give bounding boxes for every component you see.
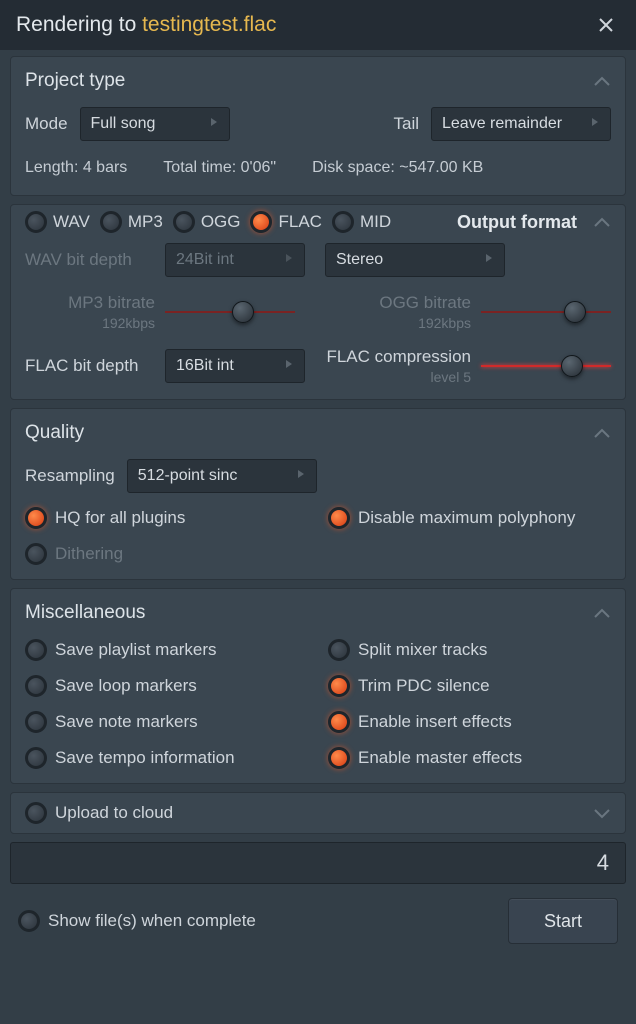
- radio-icon: [328, 639, 350, 661]
- quality-header: Quality: [25, 422, 84, 444]
- mode-label: Mode: [25, 114, 68, 134]
- window-title: Rendering to testingtest.flac: [16, 13, 276, 37]
- misc-header: Miscellaneous: [25, 602, 145, 624]
- dialog-body: Project type Mode Full song Tail Leave r…: [0, 50, 636, 1024]
- footer: Show file(s) when complete Start: [10, 892, 626, 946]
- title-prefix: Rendering to: [16, 13, 142, 36]
- format-mp3[interactable]: MP3: [100, 211, 163, 233]
- disable-polyphony-toggle[interactable]: Disable maximum polyphony: [328, 507, 611, 529]
- radio-icon: [25, 747, 47, 769]
- render-dialog: Rendering to testingtest.flac Project ty…: [0, 0, 636, 1024]
- save-note-toggle[interactable]: Save note markers: [25, 711, 308, 733]
- save-loop-toggle[interactable]: Save loop markers: [25, 675, 308, 697]
- radio-icon: [18, 910, 40, 932]
- radio-icon: [25, 711, 47, 733]
- mp3-bitrate-slider[interactable]: [165, 298, 295, 326]
- mode-dropdown[interactable]: Full song: [80, 107, 230, 141]
- mp3-bitrate-label: MP3 bitrate: [68, 293, 155, 313]
- dropdown-arrow-icon: [296, 467, 306, 485]
- dithering-toggle[interactable]: Dithering: [25, 543, 308, 565]
- radio-icon: [328, 675, 350, 697]
- channels-dropdown[interactable]: Stereo: [325, 243, 505, 277]
- radio-icon: [25, 802, 47, 824]
- misc-panel: Miscellaneous Save playlist markers Spli…: [10, 588, 626, 784]
- flac-compression-label: FLAC compression: [326, 347, 471, 367]
- tail-label: Tail: [393, 114, 419, 134]
- dropdown-arrow-icon: [284, 357, 294, 375]
- split-mixer-toggle[interactable]: Split mixer tracks: [328, 639, 611, 661]
- tail-value: Leave remainder: [442, 115, 562, 133]
- resampling-dropdown[interactable]: 512-point sinc: [127, 459, 317, 493]
- ogg-bitrate-slider[interactable]: [481, 298, 611, 326]
- mp3-bitrate-value: 192kbps: [102, 315, 155, 331]
- radio-icon: [173, 211, 195, 233]
- radio-icon: [100, 211, 122, 233]
- radio-icon: [25, 211, 47, 233]
- format-flac[interactable]: FLAC: [250, 211, 321, 233]
- project-type-panel: Project type Mode Full song Tail Leave r…: [10, 56, 626, 196]
- trim-pdc-toggle[interactable]: Trim PDC silence: [328, 675, 611, 697]
- project-type-header: Project type: [25, 70, 125, 92]
- dropdown-arrow-icon: [284, 251, 294, 269]
- title-filename: testingtest.flac: [142, 13, 276, 36]
- collapse-icon[interactable]: [593, 75, 611, 87]
- collapse-icon[interactable]: [593, 607, 611, 619]
- dropdown-arrow-icon: [209, 115, 219, 133]
- save-tempo-toggle[interactable]: Save tempo information: [25, 747, 308, 769]
- resampling-label: Resampling: [25, 466, 115, 486]
- collapse-icon[interactable]: [593, 216, 611, 228]
- ogg-bitrate-label: OGG bitrate: [379, 293, 471, 313]
- radio-icon: [25, 507, 47, 529]
- radio-icon: [25, 675, 47, 697]
- wav-depth-label: WAV bit depth: [25, 250, 155, 270]
- total-time-text: Total time: 0'06": [163, 159, 276, 177]
- close-icon[interactable]: [592, 11, 620, 39]
- start-button[interactable]: Start: [508, 898, 618, 944]
- radio-icon: [25, 543, 47, 565]
- upload-cloud-label: Upload to cloud: [55, 803, 173, 823]
- radio-icon: [328, 747, 350, 769]
- output-format-panel: WAV MP3 OGG FLAC MID Output: [10, 204, 626, 400]
- flac-depth-dropdown[interactable]: 16Bit int: [165, 349, 305, 383]
- disk-space-text: Disk space: ~547.00 KB: [312, 159, 483, 177]
- format-mid[interactable]: MID: [332, 211, 391, 233]
- radio-icon: [250, 211, 272, 233]
- flac-compression-slider[interactable]: [481, 352, 611, 380]
- radio-icon: [332, 211, 354, 233]
- enable-insert-toggle[interactable]: Enable insert effects: [328, 711, 611, 733]
- tail-dropdown[interactable]: Leave remainder: [431, 107, 611, 141]
- enable-master-toggle[interactable]: Enable master effects: [328, 747, 611, 769]
- format-wav[interactable]: WAV: [25, 211, 90, 233]
- flac-depth-label: FLAC bit depth: [25, 356, 155, 376]
- output-format-header: Output format: [457, 212, 577, 233]
- expand-icon[interactable]: [593, 807, 611, 819]
- radio-icon: [328, 507, 350, 529]
- radio-icon: [25, 639, 47, 661]
- wav-depth-dropdown[interactable]: 24Bit int: [165, 243, 305, 277]
- dropdown-arrow-icon: [590, 115, 600, 133]
- dropdown-arrow-icon: [484, 251, 494, 269]
- collapse-icon[interactable]: [593, 427, 611, 439]
- upload-cloud-panel[interactable]: Upload to cloud: [10, 792, 626, 834]
- hq-plugins-toggle[interactable]: HQ for all plugins: [25, 507, 308, 529]
- progress-value: 4: [597, 850, 609, 876]
- radio-icon: [328, 711, 350, 733]
- format-ogg[interactable]: OGG: [173, 211, 241, 233]
- show-files-toggle[interactable]: Show file(s) when complete: [18, 910, 256, 932]
- flac-compression-value: level 5: [431, 369, 471, 385]
- save-playlist-toggle[interactable]: Save playlist markers: [25, 639, 308, 661]
- length-text: Length: 4 bars: [25, 159, 127, 177]
- progress-bar: 4: [10, 842, 626, 884]
- ogg-bitrate-value: 192kbps: [418, 315, 471, 331]
- mode-value: Full song: [91, 115, 156, 133]
- quality-panel: Quality Resampling 512-point sinc HQ for…: [10, 408, 626, 580]
- titlebar: Rendering to testingtest.flac: [0, 0, 636, 50]
